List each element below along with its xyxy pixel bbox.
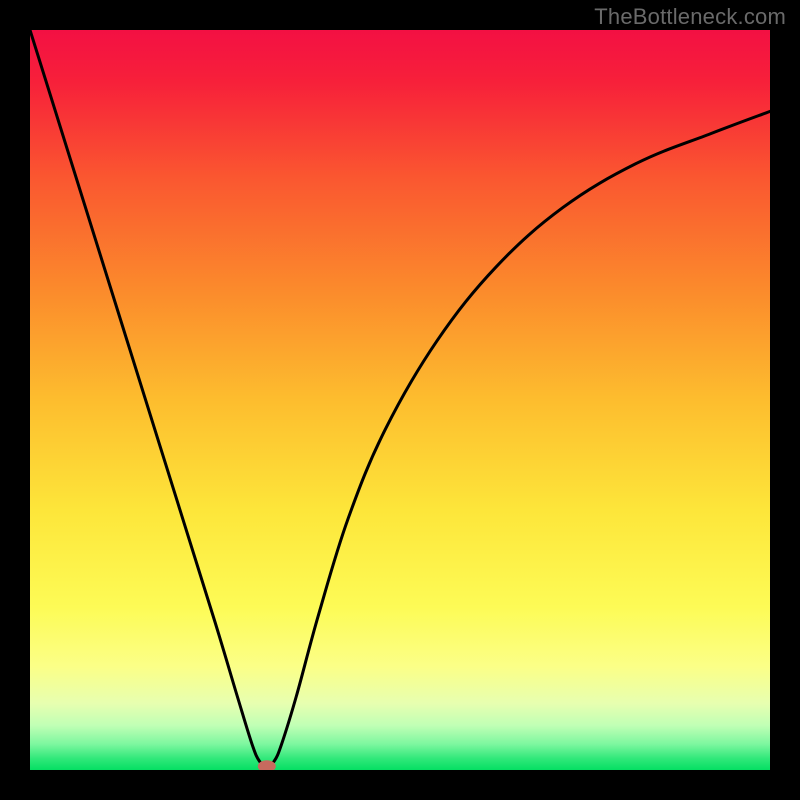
chart-frame: TheBottleneck.com — [0, 0, 800, 800]
watermark-text: TheBottleneck.com — [594, 4, 786, 30]
plot-area — [30, 30, 770, 770]
chart-svg — [30, 30, 770, 770]
